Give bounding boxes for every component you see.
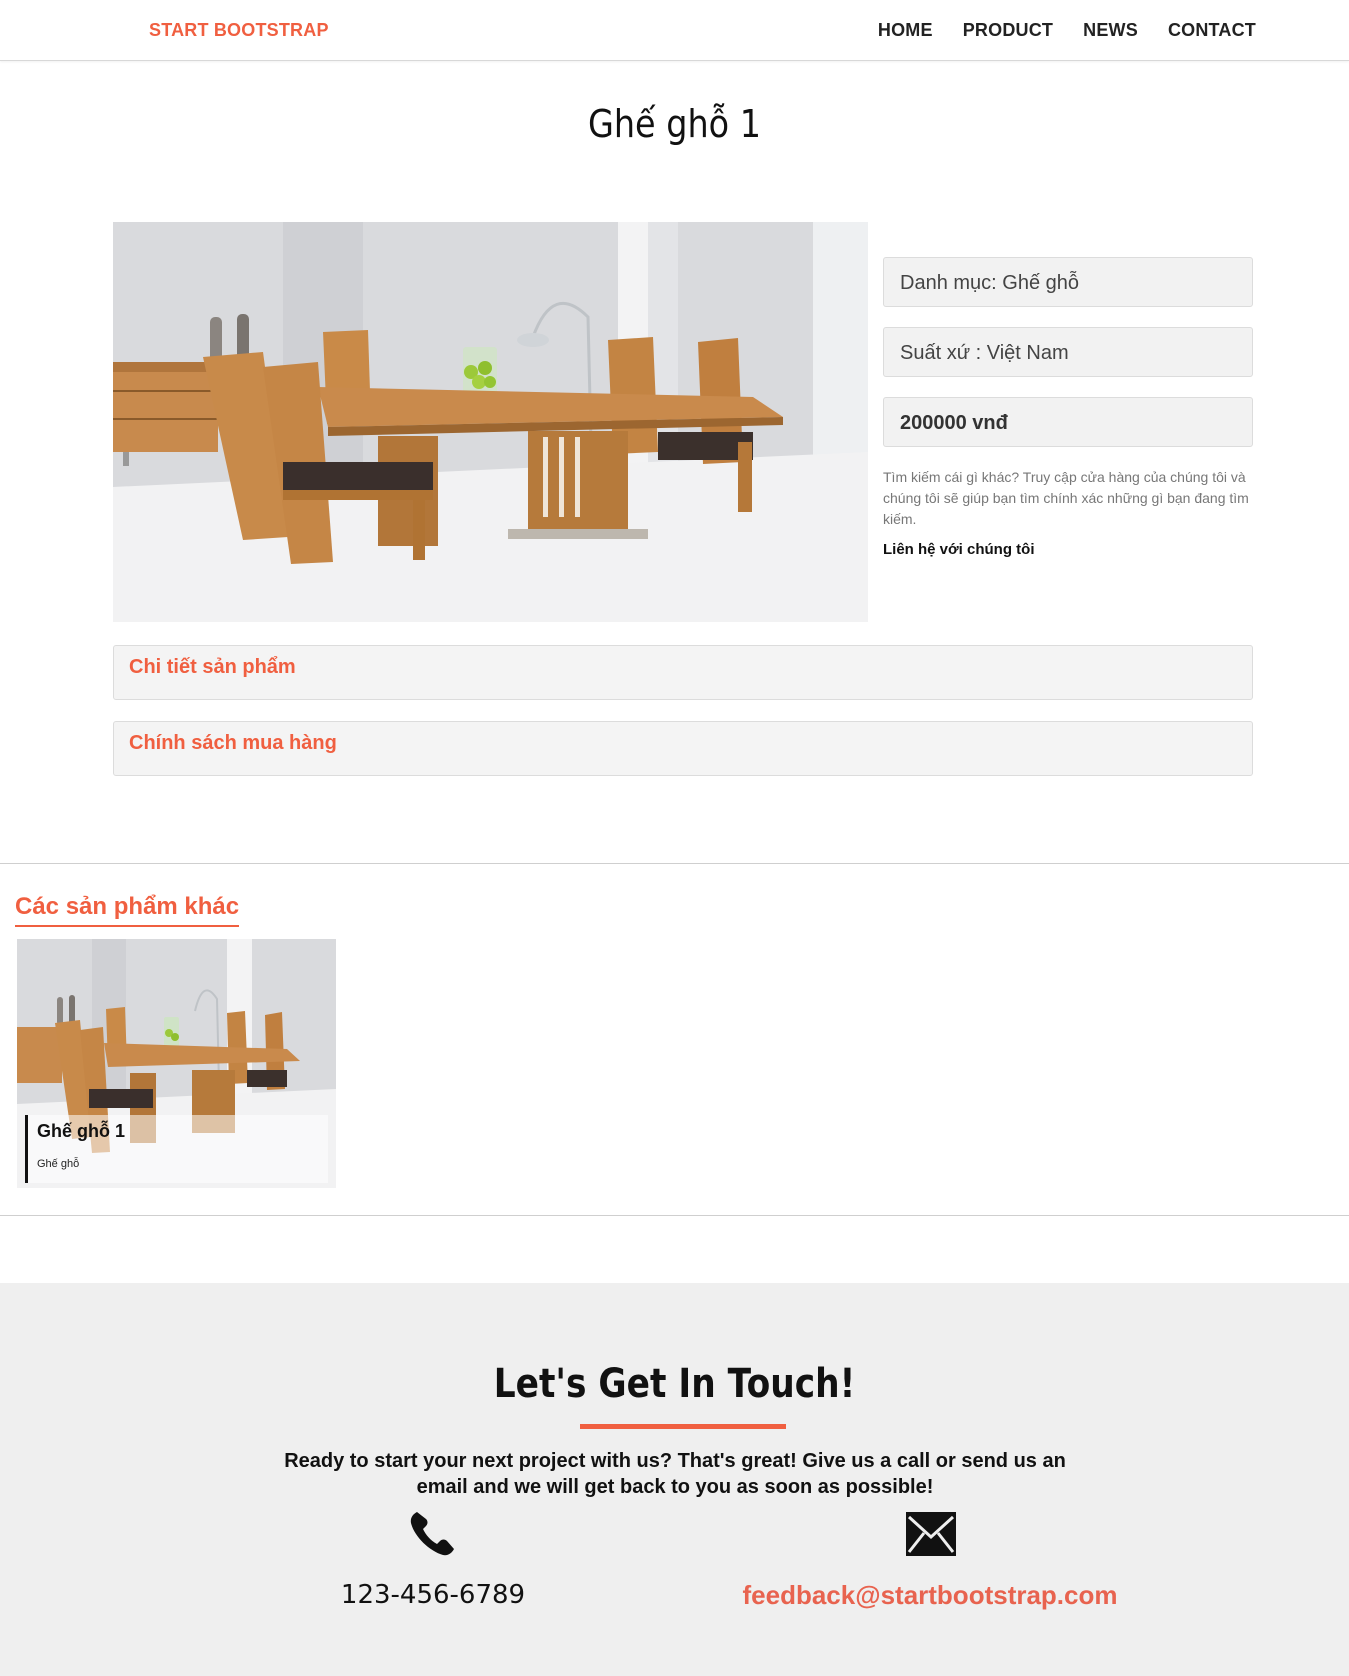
panel-purchase-policy[interactable]: Chính sách mua hàng	[113, 721, 1253, 776]
product-card[interactable]: Ghế ghỗ 1 Ghế ghỗ	[17, 939, 336, 1188]
panel-policy-label: Chính sách mua hàng	[129, 732, 337, 754]
card-title: Ghế ghỗ 1	[37, 1121, 126, 1141]
nav-contact[interactable]: CONTACT	[1168, 20, 1256, 41]
page-title: Ghế ghỗ 1	[587, 102, 762, 146]
other-products-heading: Các sản phẩm khác	[15, 893, 240, 927]
contact-text: Ready to start your next project with us…	[284, 1450, 1066, 1498]
email-link[interactable]: feedback@startbootstrap.com	[720, 1580, 1140, 1611]
navbar: START BOOTSTRAP HOME PRODUCT NEWS CONTAC…	[0, 0, 1349, 61]
category-box: Danh mục: Ghế ghỗ	[883, 257, 1253, 307]
info-note: Tìm kiếm cái gì khác? Truy cập cửa hàng …	[883, 469, 1249, 527]
origin-box: Suất xứ : Việt Nam	[883, 327, 1253, 377]
price-box: 200000 vnđ	[883, 397, 1253, 447]
phone-number: 123-456-6789	[340, 1580, 526, 1610]
card-category: Ghế ghỗ	[37, 1158, 80, 1170]
card-caption: Ghế ghỗ 1 Ghế ghỗ	[25, 1115, 328, 1183]
contact-section: Let's Get In Touch! Ready to start your …	[0, 1283, 1349, 1676]
panel-details-label: Chi tiết sản phẩm	[129, 656, 296, 678]
nav-product[interactable]: PRODUCT	[963, 20, 1053, 41]
phone-icon	[407, 1508, 459, 1560]
divider	[0, 863, 1349, 864]
brand-logo[interactable]: START BOOTSTRAP	[149, 20, 329, 41]
nav-home[interactable]: HOME	[878, 20, 933, 41]
accent-divider	[580, 1424, 786, 1429]
contact-title: Let's Get In Touch!	[493, 1361, 856, 1407]
product-image	[113, 222, 868, 622]
divider	[0, 1215, 1349, 1216]
nav-links: HOME PRODUCT NEWS CONTACT	[878, 20, 1256, 41]
nav-news[interactable]: NEWS	[1083, 20, 1138, 41]
panel-product-details[interactable]: Chi tiết sản phẩm	[113, 645, 1253, 700]
contact-us-link[interactable]: Liên hệ với chúng tôi	[883, 541, 1035, 558]
envelope-icon	[905, 1511, 957, 1557]
